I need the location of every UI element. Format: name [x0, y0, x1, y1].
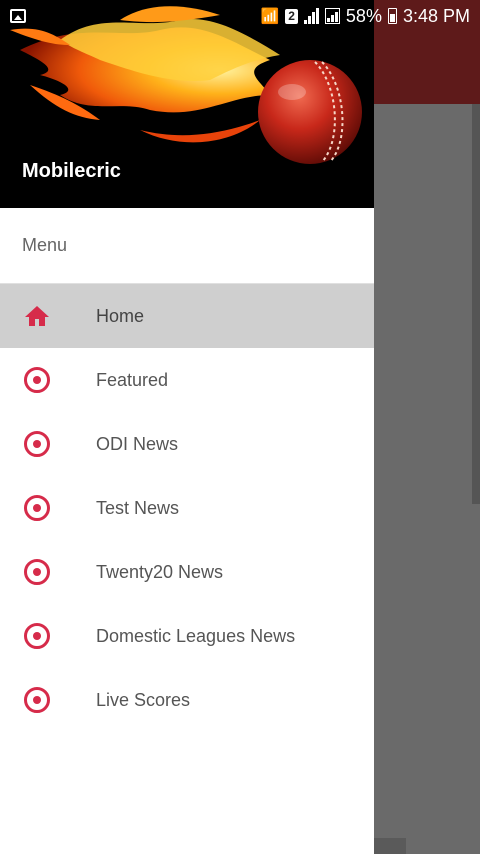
- radio-circle-icon: [22, 621, 52, 651]
- signal-icon: [303, 8, 319, 24]
- navigation-drawer: Mobilecric Menu Home Featured ODI News Test…: [0, 0, 374, 854]
- menu-section-title: Menu: [0, 208, 374, 284]
- drawer-item-label: Twenty20 News: [96, 561, 224, 582]
- radio-circle-icon: [22, 493, 52, 523]
- drawer-item-label: Featured: [96, 369, 169, 390]
- image-notification-icon: [10, 9, 26, 23]
- drawer-item-featured[interactable]: Featured: [0, 348, 374, 412]
- radio-circle-icon: [22, 365, 52, 395]
- drawer-item-home[interactable]: Home: [0, 284, 374, 348]
- drawer-item-label: Live Scores: [96, 689, 191, 710]
- home-icon: [22, 301, 52, 331]
- drawer-item-odi-news[interactable]: ODI News: [0, 412, 374, 476]
- signal-icon-2: [324, 8, 340, 24]
- clock: 3:48 PM: [402, 5, 470, 26]
- battery-percent: 58%: [345, 5, 382, 26]
- radio-circle-icon: [22, 429, 52, 459]
- status-bar: 📶 2 58% 3:48 PM: [0, 0, 480, 32]
- drawer-item-label: Test News: [96, 497, 180, 518]
- radio-circle-icon: [22, 685, 52, 715]
- app-name: Mobilecric: [22, 160, 121, 182]
- drawer-item-label: Domestic Leagues News: [96, 625, 296, 646]
- app-bottom-handle: [374, 838, 406, 854]
- battery-icon: [387, 8, 397, 24]
- drawer-item-twenty20-news[interactable]: Twenty20 News: [0, 540, 374, 604]
- drawer-item-test-news[interactable]: Test News: [0, 476, 374, 540]
- drawer-item-label: Home: [96, 305, 145, 326]
- drawer-item-live-scores[interactable]: Live Scores: [0, 668, 374, 732]
- scrollbar[interactable]: [472, 104, 480, 504]
- wifi-calling-icon: 📶: [260, 8, 280, 25]
- drawer-item-label: ODI News: [96, 433, 179, 454]
- sim-badge: 2: [285, 8, 298, 24]
- drawer-item-domestic-leagues-news[interactable]: Domestic Leagues News: [0, 604, 374, 668]
- drawer-menu: Home Featured ODI News Test News Twenty20 Ne…: [0, 284, 374, 732]
- radio-circle-icon: [22, 557, 52, 587]
